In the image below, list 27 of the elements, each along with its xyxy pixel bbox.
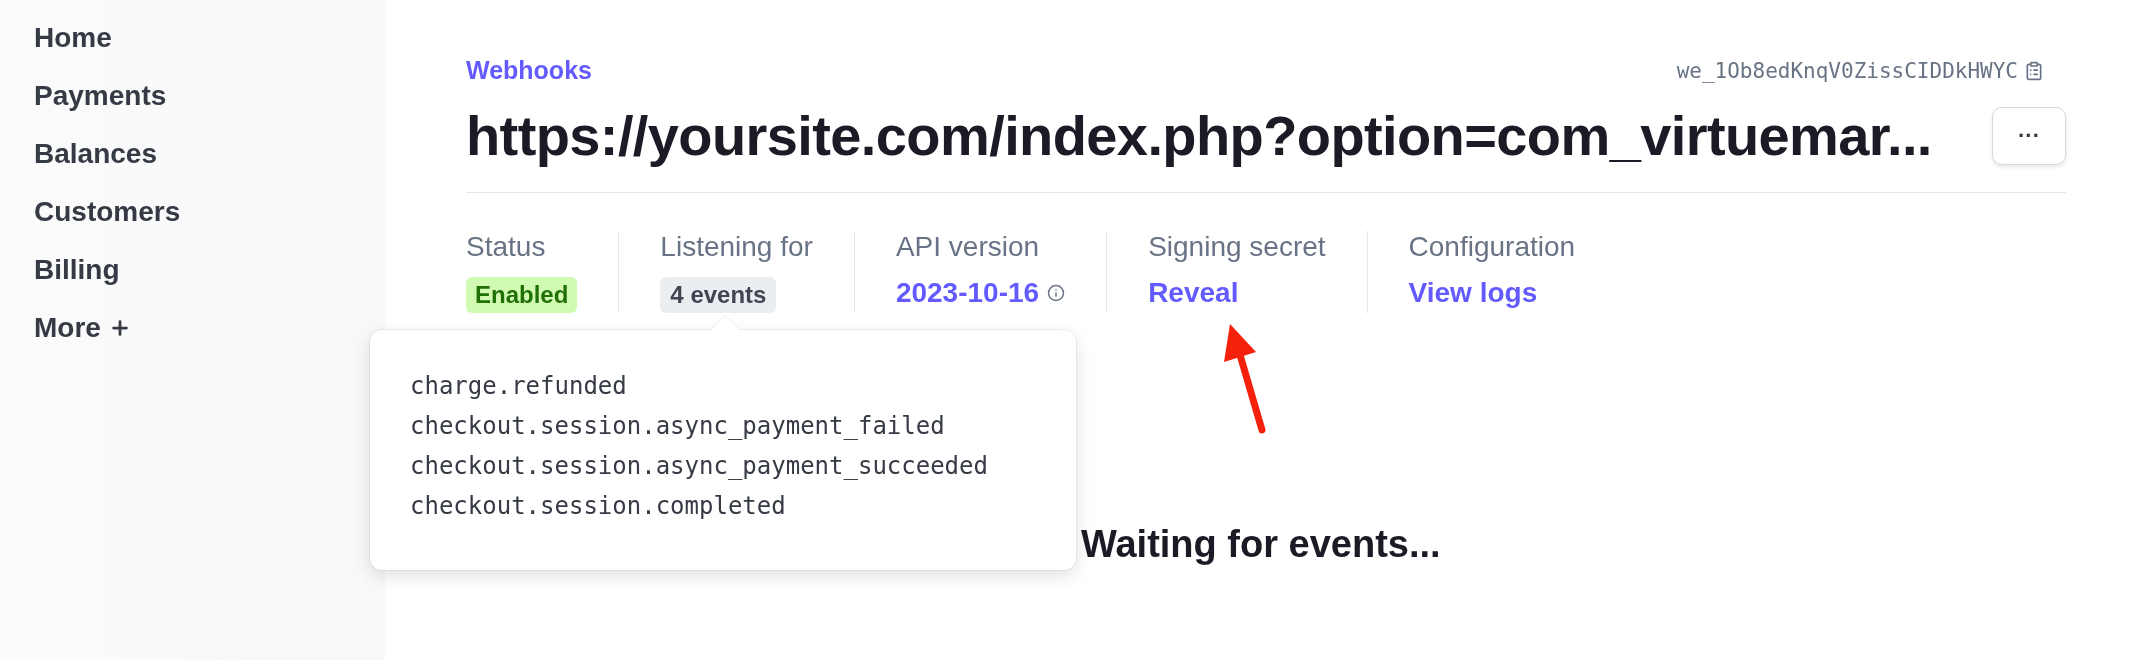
- more-button[interactable]: ···: [1992, 106, 2066, 165]
- events-pill[interactable]: 4 events: [660, 277, 777, 313]
- detail-link[interactable]: Reveal: [1148, 277, 1326, 309]
- event-name: checkout.session.async_payment_failed: [410, 412, 946, 441]
- detail-link[interactable]: View logs: [1408, 277, 1576, 309]
- sidebar-item[interactable]: Billing: [34, 254, 385, 285]
- endpoint-id: we_1Ob8edKnqV0ZissCIDDkHWYC: [1676, 58, 2018, 83]
- detail-label: Configuration: [1408, 231, 1576, 263]
- api-version-link[interactable]: 2023-10-16: [895, 277, 1040, 309]
- empty-state-text: Waiting for events...: [1081, 523, 1441, 566]
- event-name: charge.refunded: [410, 372, 628, 401]
- event-name: checkout.session.completed: [410, 492, 787, 521]
- sidebar-item[interactable]: More: [34, 312, 385, 343]
- detail-label: Status: [466, 231, 547, 263]
- sidebar-item[interactable]: Customers: [34, 196, 385, 227]
- detail-label: Signing secret: [1148, 231, 1326, 263]
- detail-label: API version: [895, 231, 1041, 263]
- sidebar-item[interactable]: Home: [34, 22, 385, 53]
- copy-icon[interactable]: [2024, 60, 2044, 81]
- sidebar-item[interactable]: Payments: [34, 80, 385, 111]
- sidebar-item[interactable]: Balances: [34, 138, 385, 169]
- endpoint-url-title: https://yoursite.com/index.php?option=com_virtuemar...: [466, 103, 1932, 168]
- info-icon[interactable]: [1047, 284, 1066, 302]
- detail-label: Listening for: [660, 231, 813, 263]
- breadcrumb-link[interactable]: Webhooks: [466, 56, 592, 85]
- event-name: checkout.session.async_payment_succeeded: [410, 452, 989, 481]
- status-badge: Enabled: [466, 277, 578, 313]
